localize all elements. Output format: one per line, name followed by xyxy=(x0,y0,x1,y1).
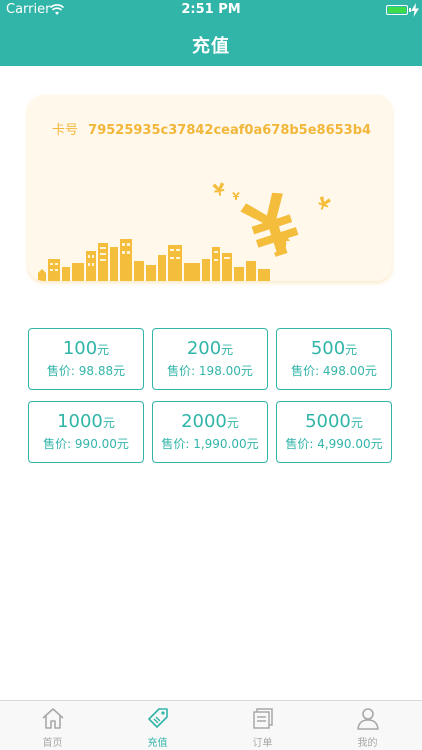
tab-label: 订单 xyxy=(252,738,273,749)
battery-icon xyxy=(386,5,408,15)
page-title: 充值 xyxy=(192,36,230,57)
tab-bar: 首页 充值 订单 我的 xyxy=(0,700,422,750)
tab-recharge[interactable]: 充值 xyxy=(105,701,210,750)
option-price: 售价: 198.00元 xyxy=(167,364,253,378)
navigation-header: Carrier 2:51 PM 充值 xyxy=(0,0,422,66)
option-amount: 500 xyxy=(310,338,346,359)
recharge-option-100[interactable]: 100元 售价: 98.88元 xyxy=(28,328,144,390)
option-unit: 元 xyxy=(221,343,234,357)
home-icon xyxy=(42,708,64,729)
option-price: 售价: 990.00元 xyxy=(43,437,129,451)
card-number-value: 79525935c37842ceaf0a678b5e8653b4 xyxy=(88,123,372,138)
option-unit: 元 xyxy=(345,343,358,357)
option-price: 售价: 1,990.00元 xyxy=(161,437,259,451)
recharge-card: 卡号 79525935c37842ceaf0a678b5e8653b4 xyxy=(28,95,392,281)
orders-icon xyxy=(253,708,273,729)
status-time: 2:51 PM xyxy=(181,2,241,17)
card-number-row: 卡号 79525935c37842ceaf0a678b5e8653b4 xyxy=(52,119,371,138)
option-price: 售价: 498.00元 xyxy=(291,364,377,378)
option-unit: 元 xyxy=(97,343,110,357)
tab-profile[interactable]: 我的 xyxy=(315,701,420,750)
option-amount: 1000 xyxy=(57,411,103,432)
status-bar: Carrier 2:51 PM xyxy=(0,0,422,22)
option-price: 售价: 98.88元 xyxy=(46,364,126,378)
tab-home[interactable]: 首页 xyxy=(0,701,105,750)
option-amount: 100 xyxy=(62,338,98,359)
option-unit: 元 xyxy=(102,416,115,430)
option-amount: 5000 xyxy=(305,411,351,432)
option-unit: 元 xyxy=(350,416,363,430)
option-price: 售价: 4,990.00元 xyxy=(285,437,383,451)
tab-label: 首页 xyxy=(42,738,63,749)
charging-icon xyxy=(411,3,419,17)
option-unit: 元 xyxy=(226,416,239,430)
recharge-option-1000[interactable]: 1000元 售价: 990.00元 xyxy=(28,401,144,463)
tab-orders[interactable]: 订单 xyxy=(210,701,315,750)
recharge-screen: Carrier 2:51 PM 充值 卡号 79525935c37842ceaf… xyxy=(0,0,422,750)
option-amount: 200 xyxy=(186,338,222,359)
recharge-option-500[interactable]: 500元 售价: 498.00元 xyxy=(276,328,392,390)
tab-label: 我的 xyxy=(357,738,378,749)
tag-icon xyxy=(148,708,168,728)
card-number-label: 卡号 xyxy=(52,123,79,138)
profile-icon xyxy=(357,708,379,730)
recharge-option-200[interactable]: 200元 售价: 198.00元 xyxy=(152,328,268,390)
recharge-option-5000[interactable]: 5000元 售价: 4,990.00元 xyxy=(276,401,392,463)
option-amount: 2000 xyxy=(181,411,227,432)
tab-label: 充值 xyxy=(147,738,168,749)
recharge-option-2000[interactable]: 2000元 售价: 1,990.00元 xyxy=(152,401,268,463)
city-skyline-icon xyxy=(38,239,270,281)
